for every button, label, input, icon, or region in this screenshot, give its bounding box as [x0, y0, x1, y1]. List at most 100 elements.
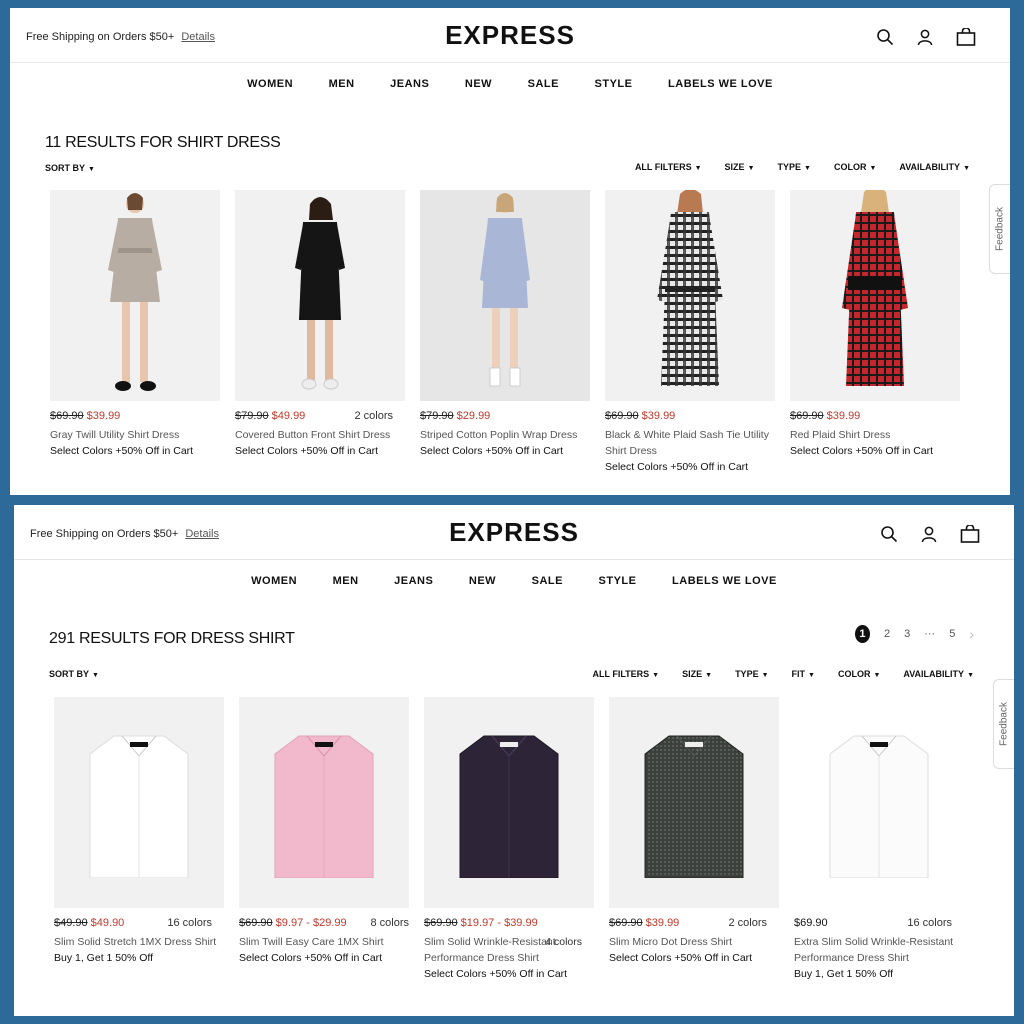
- nav-labels-we-love[interactable]: LABELS WE LOVE: [668, 78, 773, 90]
- product-card[interactable]: $49.90 $49.90 16 colors Slim Solid Stretch…: [54, 697, 224, 982]
- product-image[interactable]: [790, 190, 960, 401]
- product-promo: Select Colors +50% Off in Cart: [239, 952, 383, 964]
- page-current[interactable]: 1: [854, 625, 870, 643]
- filter-all[interactable]: ALL FILTERS ▼: [593, 669, 660, 679]
- chevron-down-icon: ▼: [761, 672, 769, 679]
- nav-sale[interactable]: SALE: [528, 78, 559, 90]
- nav-women[interactable]: WOMEN: [251, 575, 297, 587]
- product-promo: Select Colors +50% Off in Cart: [50, 445, 194, 457]
- regular-price: $69.90: [794, 917, 828, 929]
- product-image[interactable]: [54, 697, 224, 908]
- product-name[interactable]: Slim Solid Stretch 1MX Dress Shirt: [54, 934, 224, 950]
- product-card[interactable]: $69.90 $19.97 - $39.99 Slim Solid Wrinkle…: [424, 697, 594, 982]
- color-count: 2 colors: [728, 917, 767, 929]
- product-name[interactable]: Extra Slim Solid Wrinkle-Resistant Perfo…: [794, 934, 964, 966]
- product-promo: Select Colors +50% Off in Cart: [605, 461, 749, 473]
- page-link[interactable]: 3: [904, 628, 910, 640]
- product-image[interactable]: [609, 697, 779, 908]
- logo[interactable]: EXPRESS: [14, 517, 1014, 548]
- account-icon[interactable]: [916, 28, 934, 46]
- product-grid: $49.90 $49.90 16 colors Slim Solid Stretch…: [54, 697, 964, 982]
- product-name[interactable]: Red Plaid Shirt Dress: [790, 427, 960, 443]
- chevron-down-icon: ▼: [967, 672, 974, 679]
- product-name[interactable]: Gray Twill Utility Shirt Dress: [50, 427, 220, 443]
- filter-bar: ALL FILTERS ▼ SIZE ▼ TYPE ▼ COLOR ▼ AVAILABI…: [635, 162, 970, 172]
- product-image[interactable]: [605, 190, 775, 401]
- nav-new[interactable]: NEW: [465, 78, 492, 90]
- product-image[interactable]: [239, 697, 409, 908]
- filter-availability[interactable]: AVAILABILITY ▼: [903, 669, 974, 679]
- product-image[interactable]: [235, 190, 405, 401]
- sort-by-label: SORT BY: [49, 669, 90, 679]
- nav-labels-we-love[interactable]: LABELS WE LOVE: [672, 575, 777, 587]
- filter-bar: ALL FILTERS ▼ SIZE ▼ TYPE ▼ FIT ▼ COLOR ▼ AVA…: [593, 669, 975, 679]
- page-ellipsis: ···: [924, 628, 936, 640]
- filter-availability[interactable]: AVAILABILITY ▼: [899, 162, 970, 172]
- filter-color[interactable]: COLOR ▼: [834, 162, 876, 172]
- search-icon[interactable]: [880, 525, 898, 543]
- product-card[interactable]: $69.90 $39.99 2 colors Slim Micro Dot Dres…: [609, 697, 779, 982]
- nav-style[interactable]: STYLE: [595, 78, 633, 90]
- nav-jeans[interactable]: JEANS: [394, 575, 433, 587]
- sort-by-dropdown[interactable]: SORT BY ▼: [45, 163, 95, 173]
- filter-size[interactable]: SIZE ▼: [682, 669, 712, 679]
- product-promo: Buy 1, Get 1 50% Off: [54, 952, 154, 964]
- chevron-down-icon: ▼: [652, 672, 660, 679]
- chevron-down-icon: ▼: [963, 165, 970, 172]
- price: $49.90 $49.90 16 colors: [54, 917, 212, 929]
- bag-icon[interactable]: [960, 525, 980, 543]
- page-link[interactable]: 2: [884, 628, 890, 640]
- filter-fit[interactable]: FIT ▼: [792, 669, 815, 679]
- bag-icon[interactable]: [956, 28, 976, 46]
- account-icon[interactable]: [920, 525, 938, 543]
- product-name[interactable]: Slim Twill Easy Care 1MX Shirt: [239, 934, 409, 950]
- page-link[interactable]: 5: [949, 628, 955, 640]
- filter-type[interactable]: TYPE ▼: [778, 162, 811, 172]
- chevron-down-icon: ▼: [705, 672, 713, 679]
- main-nav: WOMEN MEN JEANS NEW SALE STYLE LABELS WE…: [14, 575, 1014, 587]
- product-name[interactable]: Slim Solid Wrinkle-Resistant Performance…: [424, 934, 594, 966]
- product-image[interactable]: [50, 190, 220, 401]
- product-name[interactable]: Slim Micro Dot Dress Shirt: [609, 934, 779, 950]
- nav-men[interactable]: MEN: [333, 575, 359, 587]
- feedback-tab[interactable]: Feedback: [993, 679, 1014, 769]
- nav-style[interactable]: STYLE: [599, 575, 637, 587]
- product-image[interactable]: [420, 190, 590, 401]
- chevron-right-icon[interactable]: ›: [969, 626, 974, 642]
- product-grid: $69.90 $39.99 Gray Twill Utility Shirt Dr…: [50, 190, 960, 475]
- product-card[interactable]: $79.90 $49.99 2 colors Covered Button Fron…: [235, 190, 405, 475]
- nav-sale[interactable]: SALE: [532, 575, 563, 587]
- filter-color[interactable]: COLOR ▼: [838, 669, 880, 679]
- sort-by-dropdown[interactable]: SORT BY ▼: [49, 669, 99, 679]
- filter-size[interactable]: SIZE ▼: [725, 162, 755, 172]
- product-card[interactable]: $69.90 $9.97 - $29.99 8 colors Slim Twill …: [239, 697, 409, 982]
- product-card[interactable]: $69.90 $39.99 Black & White Plaid Sash Ti…: [605, 190, 775, 475]
- panel-dress-shirt: Free Shipping on Orders $50+ Details EXP…: [14, 505, 1014, 1016]
- product-name[interactable]: Striped Cotton Poplin Wrap Dress: [420, 427, 590, 443]
- chevron-down-icon: ▼: [808, 672, 815, 679]
- price: $69.90 $39.99: [50, 410, 121, 422]
- product-card[interactable]: $69.90 16 colors Extra Slim Solid Wrinkle…: [794, 697, 964, 982]
- product-name[interactable]: Black & White Plaid Sash Tie Utility Shi…: [605, 427, 775, 459]
- nav-men[interactable]: MEN: [329, 78, 355, 90]
- product-card[interactable]: $69.90 $39.99 Gray Twill Utility Shirt Dr…: [50, 190, 220, 475]
- filter-all[interactable]: ALL FILTERS ▼: [635, 162, 702, 172]
- product-card[interactable]: $79.90 $29.99 Striped Cotton Poplin Wrap …: [420, 190, 590, 475]
- product-name[interactable]: Covered Button Front Shirt Dress: [235, 427, 405, 443]
- nav-women[interactable]: WOMEN: [247, 78, 293, 90]
- color-count: 2 colors: [354, 410, 393, 422]
- search-icon[interactable]: [876, 28, 894, 46]
- price: $79.90 $49.99 2 colors: [235, 410, 393, 422]
- feedback-tab[interactable]: Feedback: [989, 184, 1010, 274]
- chevron-down-icon: ▼: [88, 166, 95, 173]
- chevron-down-icon: ▼: [869, 165, 877, 172]
- product-image[interactable]: [794, 697, 964, 908]
- nav-jeans[interactable]: JEANS: [390, 78, 429, 90]
- filter-type[interactable]: TYPE ▼: [735, 669, 768, 679]
- nav-new[interactable]: NEW: [469, 575, 496, 587]
- price: $69.90 16 colors: [794, 917, 964, 929]
- logo[interactable]: EXPRESS: [10, 20, 1010, 51]
- product-card[interactable]: $69.90 $39.99 Red Plaid Shirt Dress Selec…: [790, 190, 960, 475]
- product-image[interactable]: [424, 697, 594, 908]
- product-promo: Select Colors +50% Off in Cart: [420, 445, 564, 457]
